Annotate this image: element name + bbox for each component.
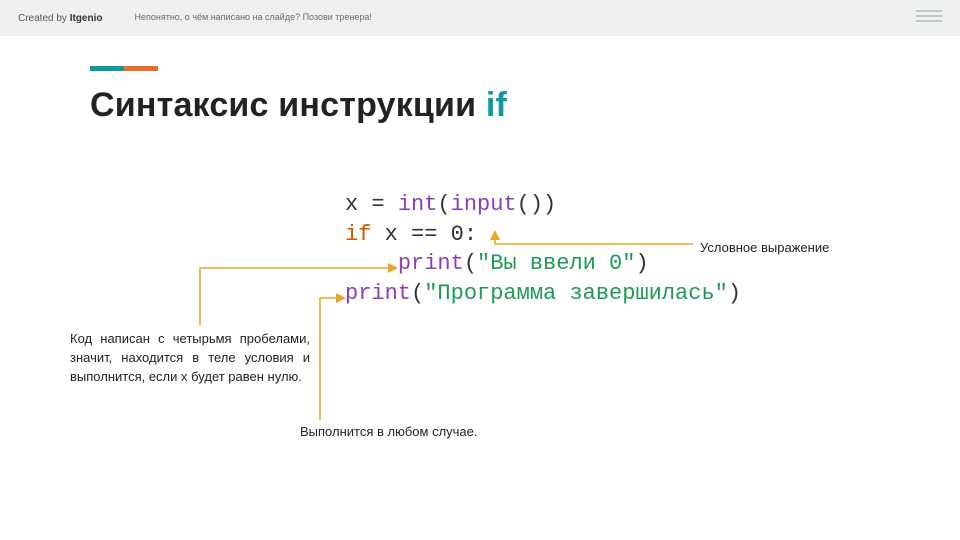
top-bar: Created by Itgenio Непонятно, о чём напи…	[0, 0, 960, 36]
page-title: Синтаксис инструкции if	[90, 86, 507, 125]
created-brand: Itgenio	[70, 13, 103, 24]
arrow-always	[320, 298, 340, 420]
title-keyword: if	[486, 86, 507, 124]
accent-orange	[124, 66, 158, 71]
menu-icon[interactable]	[916, 10, 942, 22]
accent-bar	[90, 66, 158, 71]
slide: Created by Itgenio Непонятно, о чём напи…	[0, 0, 960, 540]
code-line-1: x = int(input())	[345, 192, 556, 217]
trainer-tip: Непонятно, о чём написано на слайде? Поз…	[134, 12, 371, 23]
annotation-conditional-expr: Условное выражение	[700, 240, 829, 255]
created-prefix: Created by	[18, 13, 70, 24]
code-line-2: if x == 0:	[345, 222, 477, 247]
annotation-always-runs: Выполнится в любом случае.	[300, 424, 478, 439]
code-block: x = int(input()) if x == 0: print("Вы вв…	[345, 190, 741, 309]
accent-teal	[90, 66, 124, 71]
code-line-4: print("Программа завершилась")	[345, 281, 741, 306]
annotation-indent-body: Код написан с четырьмя пробелами, значит…	[70, 330, 310, 387]
title-main: Синтаксис инструкции	[90, 86, 486, 124]
code-line-3: print("Вы ввели 0")	[345, 251, 649, 276]
created-by: Created by Itgenio	[18, 13, 102, 24]
